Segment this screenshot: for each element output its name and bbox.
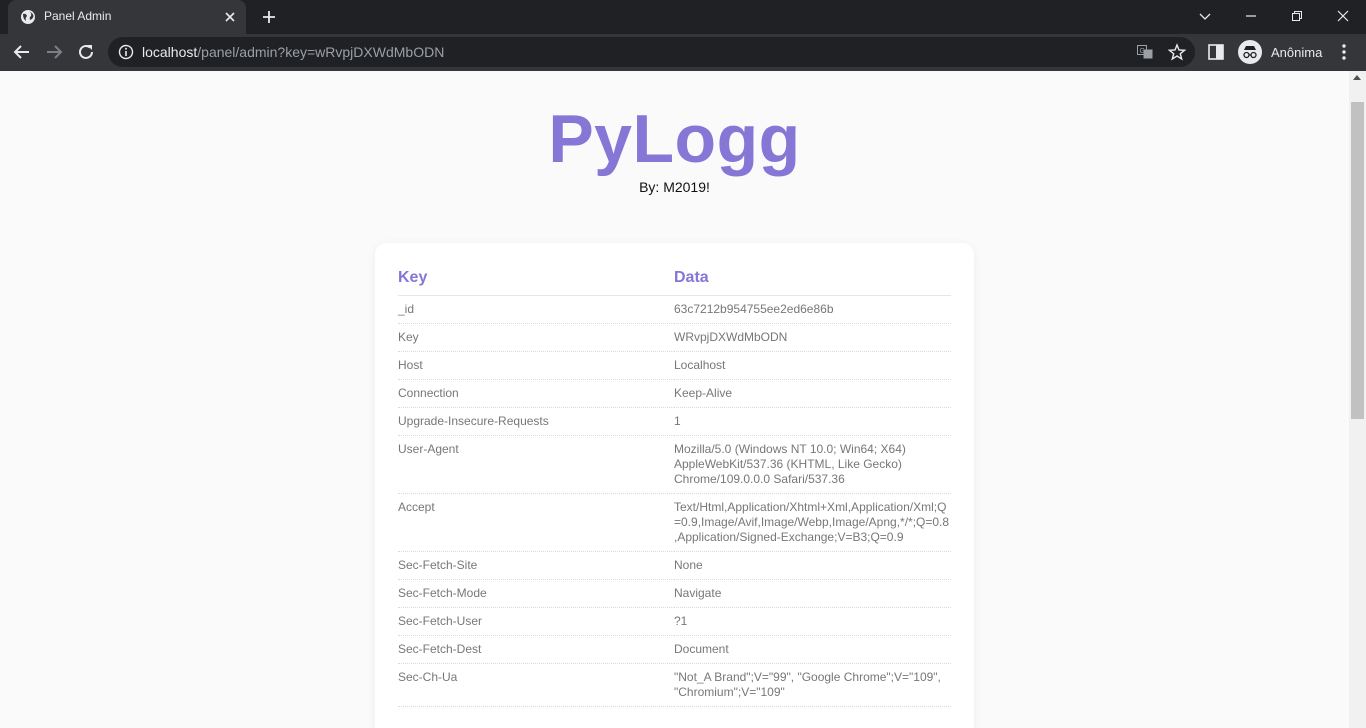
table-row: _id 63c7212b954755ee2ed6e86b: [398, 295, 951, 324]
table-row: Connection Keep-Alive: [398, 379, 951, 408]
restore-button[interactable]: [1274, 0, 1320, 32]
incognito-profile-button[interactable]: Anônima: [1235, 38, 1351, 66]
row-key: Sec-Fetch-Mode: [398, 579, 674, 608]
byline: By: M2019!: [639, 179, 710, 195]
column-header-data: Data: [674, 261, 951, 296]
page-content: PyLogg By: M2019! Key Data _id 63c7212b95…: [0, 71, 1349, 728]
row-key: _id: [398, 295, 674, 324]
globe-icon: [21, 10, 35, 24]
table-row: Key WRvpjDXWdMbODN: [398, 323, 951, 352]
brand-title: PyLogg: [548, 101, 801, 177]
row-key: Sec-Fetch-Dest: [398, 635, 674, 664]
tab-search-button[interactable]: [1182, 0, 1228, 32]
profile-label: Anônima: [1271, 44, 1323, 60]
column-header-key: Key: [398, 261, 674, 296]
browser-tab[interactable]: Panel Admin: [8, 0, 246, 34]
bookmark-star-icon[interactable]: [1168, 43, 1186, 61]
url-text: localhost/panel/admin?key=wRvpjDXWdMbODN: [142, 44, 444, 60]
row-value: "Not_A Brand";V="99", "Google Chrome";V=…: [674, 663, 951, 707]
row-key: Sec-Fetch-Site: [398, 551, 674, 580]
minimize-icon: [1246, 15, 1256, 17]
address-bar[interactable]: localhost/panel/admin?key=wRvpjDXWdMbODN…: [108, 37, 1195, 67]
incognito-icon: [1238, 40, 1262, 64]
close-window-button[interactable]: [1320, 0, 1366, 32]
row-value: Navigate: [674, 579, 951, 608]
row-key: User-Agent: [398, 435, 674, 494]
row-value: 1: [674, 407, 951, 436]
side-panel-icon[interactable]: [1207, 43, 1225, 61]
back-arrow-icon[interactable]: [12, 42, 32, 62]
more-vert-icon[interactable]: [1336, 43, 1352, 61]
row-key: Host: [398, 351, 674, 380]
close-icon: [1337, 10, 1349, 22]
browser-toolbar: localhost/panel/admin?key=wRvpjDXWdMbODN…: [0, 34, 1366, 71]
row-key: Sec-Ch-Ua: [398, 663, 674, 707]
key-data-table: Key Data _id 63c7212b954755ee2ed6e86b Key…: [398, 261, 951, 707]
row-value: None: [674, 551, 951, 580]
tab-title: Panel Admin: [44, 9, 112, 23]
row-value: Localhost: [674, 351, 951, 380]
row-value: Document: [674, 635, 951, 664]
scroll-thumb[interactable]: [1351, 102, 1364, 419]
table-row: Sec-Fetch-Site None: [398, 551, 951, 580]
reload-icon[interactable]: [76, 42, 96, 62]
row-key: Sec-Fetch-User: [398, 607, 674, 636]
close-tab-icon[interactable]: [222, 9, 238, 25]
chevron-down-icon: [1199, 13, 1211, 20]
table-header-row: Key Data: [398, 261, 951, 296]
row-value: 63c7212b954755ee2ed6e86b: [674, 295, 951, 324]
svg-text:G: G: [1140, 48, 1145, 55]
row-value: Text/Html,Application/Xhtml+Xml,Applicat…: [674, 493, 951, 552]
url-path: /panel/admin?key=wRvpjDXWdMbODN: [197, 44, 445, 60]
table-row: Sec-Fetch-Dest Document: [398, 635, 951, 664]
scroll-up-arrow-icon[interactable]: [1353, 75, 1361, 80]
table-row: Accept Text/Html,Application/Xhtml+Xml,Ap…: [398, 493, 951, 552]
table-row: User-Agent Mozilla/5.0 (Windows NT 10.0; …: [398, 435, 951, 494]
info-icon[interactable]: [118, 44, 134, 60]
row-key: Upgrade-Insecure-Requests: [398, 407, 674, 436]
row-key: Accept: [398, 493, 674, 552]
table-row: Sec-Fetch-User ?1: [398, 607, 951, 636]
page-scrollbar[interactable]: [1349, 71, 1366, 728]
row-key: Key: [398, 323, 674, 352]
row-value: Mozilla/5.0 (Windows NT 10.0; Win64; X64…: [674, 435, 951, 494]
table-row: Sec-Ch-Ua "Not_A Brand";V="99", "Google C…: [398, 663, 951, 707]
minimize-button[interactable]: [1228, 0, 1274, 32]
data-card: Key Data _id 63c7212b954755ee2ed6e86b Key…: [375, 243, 974, 728]
row-value: Keep-Alive: [674, 379, 951, 408]
restore-icon: [1292, 11, 1302, 21]
table-row: Sec-Fetch-Mode Navigate: [398, 579, 951, 608]
row-key: Connection: [398, 379, 674, 408]
table-row: Host Localhost: [398, 351, 951, 380]
row-value: WRvpjDXWdMbODN: [674, 323, 951, 352]
translate-icon[interactable]: G: [1136, 43, 1154, 61]
table-row: Upgrade-Insecure-Requests 1: [398, 407, 951, 436]
forward-arrow-icon[interactable]: [44, 42, 64, 62]
new-tab-icon[interactable]: [260, 8, 278, 26]
tab-strip: Panel Admin: [0, 0, 1366, 34]
url-host: localhost: [142, 44, 198, 60]
row-value: ?1: [674, 607, 951, 636]
